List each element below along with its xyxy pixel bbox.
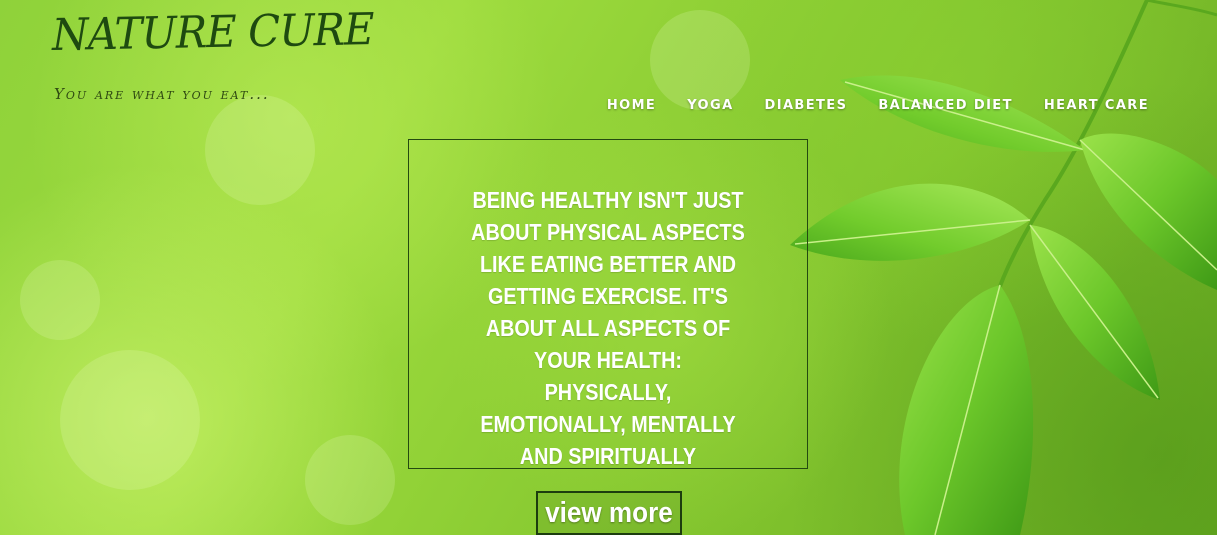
view-more-button[interactable]: view more (536, 491, 682, 535)
view-more-label: view more (545, 497, 673, 529)
hero-quote-box: BEING HEALTHY ISN'T JUST ABOUT PHYSICAL … (408, 139, 808, 469)
nav-item-heart-care[interactable]: HEART CARE (1044, 98, 1149, 113)
site-tagline: You are what you eat... (54, 85, 270, 103)
site-title[interactable]: NATURE CURE (52, 4, 374, 61)
nav-item-diabetes[interactable]: DIABETES (765, 98, 848, 113)
main-nav: HOME YOGA DIABETES BALANCED DIET HEART C… (607, 98, 1149, 113)
nav-item-balanced-diet[interactable]: BALANCED DIET (878, 98, 1013, 113)
brand-block: NATURE CURE You are what you eat... (52, 4, 391, 103)
nav-item-yoga[interactable]: YOGA (687, 98, 733, 113)
nav-item-home[interactable]: HOME (607, 98, 656, 113)
hero-quote-text: BEING HEALTHY ISN'T JUST ABOUT PHYSICAL … (471, 187, 745, 469)
